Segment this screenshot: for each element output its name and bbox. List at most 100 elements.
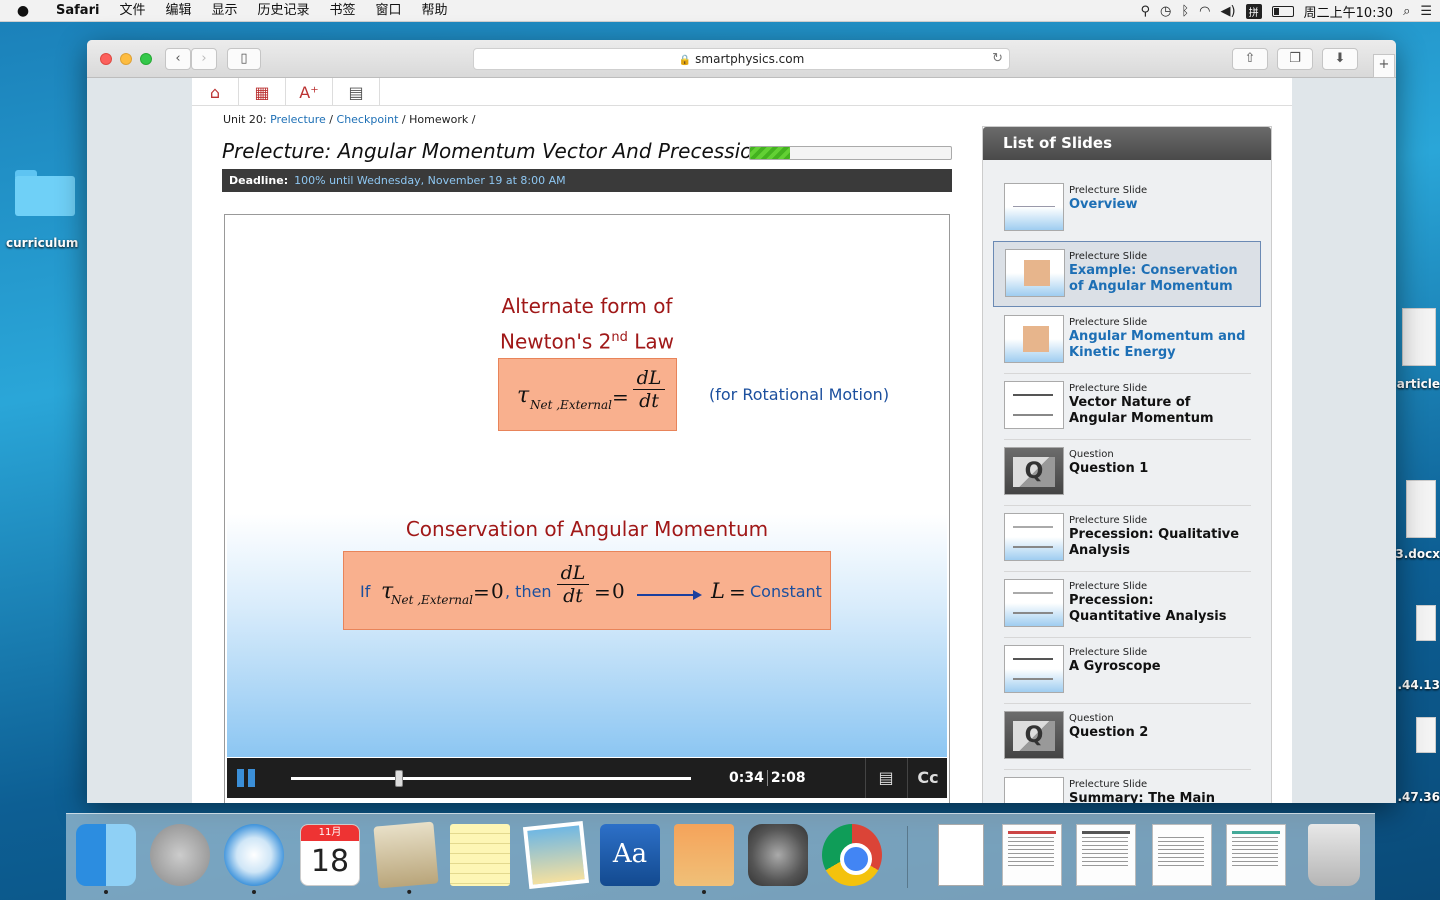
breadcrumb-prelecture[interactable]: Prelecture: [270, 113, 326, 126]
menu-history[interactable]: 历史记录: [247, 0, 319, 22]
photos-icon[interactable]: [522, 821, 590, 889]
transcript-icon[interactable]: ▤: [871, 768, 901, 787]
conservation-formula-box: If τ Net ,External = 0 , then dL dt = 0: [343, 551, 831, 630]
spotlight-search-icon[interactable]: ⌕: [1403, 4, 1410, 19]
then-text: , then: [505, 582, 552, 601]
slide-kind: Question: [1069, 713, 1114, 724]
slide-list-item[interactable]: Prelecture Slide Angular Momentum and Ki…: [1004, 308, 1251, 374]
battery-icon[interactable]: [1271, 5, 1294, 17]
desktop-file-thumbnail[interactable]: [1402, 308, 1436, 366]
web-content: ⌂ ▦ A⁺ ▤ Unit 20: Prelecture / Checkpoin…: [87, 78, 1396, 803]
time-machine-icon[interactable]: ◷: [1160, 4, 1171, 19]
tabs-overview-button[interactable]: ❐: [1277, 48, 1313, 70]
slide-title: Precession: Qualitative Analysis: [1069, 527, 1240, 558]
back-button[interactable]: ‹: [165, 48, 191, 70]
slide-list-item[interactable]: Prelecture Slide Precession: Quantitativ…: [1004, 572, 1251, 638]
system-preferences-icon[interactable]: [748, 824, 808, 886]
finder-icon[interactable]: [76, 824, 136, 894]
spotlight-alt-icon[interactable]: ⚲: [1140, 4, 1150, 19]
menu-file[interactable]: 文件: [109, 0, 155, 22]
safari-window: ‹ › ▯ 🔒 smartphysics.com ↻ ⇧ ❐ ⬇ + ⌂ ▦ A⁺…: [87, 40, 1396, 803]
chevron-left-icon: ‹: [175, 51, 181, 66]
desktop-file-thumbnail[interactable]: [1416, 717, 1436, 753]
grades-icon[interactable]: A⁺: [286, 78, 333, 106]
breadcrumb-unit: Unit 20:: [223, 113, 267, 126]
menu-clock[interactable]: 周二上午10:30: [1304, 2, 1393, 21]
notes-icon[interactable]: [450, 824, 510, 886]
pages-icon[interactable]: [674, 824, 734, 894]
equals-sign: =: [612, 385, 629, 409]
forward-button[interactable]: ›: [191, 48, 217, 70]
slide-list-item[interactable]: Prelecture Slide A Gyroscope: [1004, 638, 1251, 704]
share-button[interactable]: ⇧: [1232, 48, 1268, 70]
zoom-window-button[interactable]: [140, 53, 152, 65]
menu-help[interactable]: 帮助: [412, 0, 458, 22]
pause-button[interactable]: [237, 769, 257, 787]
fraction-numerator: dL: [633, 367, 665, 390]
dl-dt-fraction: dL dt: [557, 562, 589, 607]
minimized-document-icon[interactable]: [1076, 824, 1136, 886]
sidebar-toggle-button[interactable]: ▯: [227, 48, 261, 70]
notification-center-icon[interactable]: ☰: [1420, 4, 1432, 19]
seek-handle[interactable]: [395, 770, 403, 787]
slide-list-item[interactable]: Prelecture Slide Summary: The Main Ideas: [1004, 770, 1251, 803]
lecture-slide[interactable]: Alternate form of Newton's 2nd Law τ Net…: [227, 217, 947, 757]
calendar-app-icon[interactable]: 11月 18: [300, 824, 360, 886]
dictionary-icon[interactable]: Aa: [600, 824, 660, 886]
launchpad-icon[interactable]: [150, 824, 210, 886]
input-method-icon[interactable]: 拼: [1245, 3, 1262, 19]
bluetooth-icon[interactable]: ᛒ: [1181, 4, 1189, 19]
desktop-file-thumbnail[interactable]: [1416, 605, 1436, 641]
menu-window[interactable]: 窗口: [366, 0, 412, 22]
downloads-button[interactable]: ⬇: [1322, 48, 1358, 70]
seek-bar[interactable]: [291, 770, 691, 787]
question-q-icon: Q: [1013, 457, 1055, 487]
close-window-button[interactable]: [100, 53, 112, 65]
safari-icon[interactable]: [224, 824, 284, 894]
calendar-icon[interactable]: ▦: [239, 78, 286, 106]
slide-list-item[interactable]: Prelecture Slide Precession: Qualitative…: [1004, 506, 1251, 572]
chrome-icon[interactable]: [822, 824, 882, 886]
wifi-icon[interactable]: ◠: [1199, 4, 1210, 19]
apple-menu-icon[interactable]: ●: [0, 3, 46, 19]
slide-thumbnail: [1005, 249, 1065, 297]
pause-icon: [237, 769, 244, 787]
address-bar-url: smartphysics.com: [695, 52, 805, 66]
menu-edit[interactable]: 编辑: [155, 0, 201, 22]
zero-value: 0: [491, 579, 504, 603]
reload-icon[interactable]: ↻: [992, 49, 1003, 69]
desktop-folder-curriculum[interactable]: curriculum: [6, 168, 78, 250]
closed-captions-icon[interactable]: Cc: [913, 768, 943, 787]
menu-app-safari[interactable]: Safari: [46, 0, 109, 22]
minimized-document-icon[interactable]: [1002, 824, 1062, 886]
slide-heading-line2: Newton's 2nd Law: [427, 322, 747, 358]
document-stack-icon[interactable]: [938, 824, 984, 886]
slide-thumbnail: [1004, 381, 1064, 429]
address-bar[interactable]: 🔒 smartphysics.com ↻: [473, 48, 1010, 70]
slide-list-item[interactable]: Prelecture Slide Overview: [1004, 176, 1251, 242]
slide-thumbnail: [1004, 315, 1064, 363]
breadcrumb-separator: /: [471, 113, 476, 126]
minimized-document-icon[interactable]: [1226, 824, 1286, 886]
slide-list-item[interactable]: Q Question Question 2: [1004, 704, 1251, 770]
slide-list-item-current[interactable]: Prelecture Slide Example: Conservation o…: [993, 241, 1261, 307]
trash-icon[interactable]: [1308, 824, 1360, 886]
menu-view[interactable]: 显示: [201, 0, 247, 22]
minimized-document-icon[interactable]: [1152, 824, 1212, 886]
minimize-window-button[interactable]: [120, 53, 132, 65]
breadcrumb-checkpoint[interactable]: Checkpoint: [337, 113, 399, 126]
home-icon[interactable]: ⌂: [192, 78, 239, 106]
slide-list-item[interactable]: Prelecture Slide Vector Nature of Angula…: [1004, 374, 1251, 440]
menu-bar: ● Safari 文件 编辑 显示 历史记录 书签 窗口 帮助 ⚲ ◷ ᛒ ◠ …: [0, 0, 1440, 22]
slide-list-item[interactable]: Q Question Question 1: [1004, 440, 1251, 506]
desktop-file-thumbnail[interactable]: [1406, 480, 1436, 538]
elapsed-time: 0:34: [729, 770, 764, 786]
progress-fill: [750, 147, 791, 159]
menu-bookmarks[interactable]: 书签: [320, 0, 366, 22]
volume-icon[interactable]: ◀): [1221, 4, 1236, 19]
book-icon[interactable]: ▤: [333, 78, 380, 106]
new-tab-button[interactable]: +: [1373, 54, 1395, 78]
video-controls: 0:34 2:08 ▤ Cc: [227, 758, 947, 798]
equals-sign: =: [473, 580, 490, 604]
mail-icon[interactable]: [373, 821, 439, 895]
